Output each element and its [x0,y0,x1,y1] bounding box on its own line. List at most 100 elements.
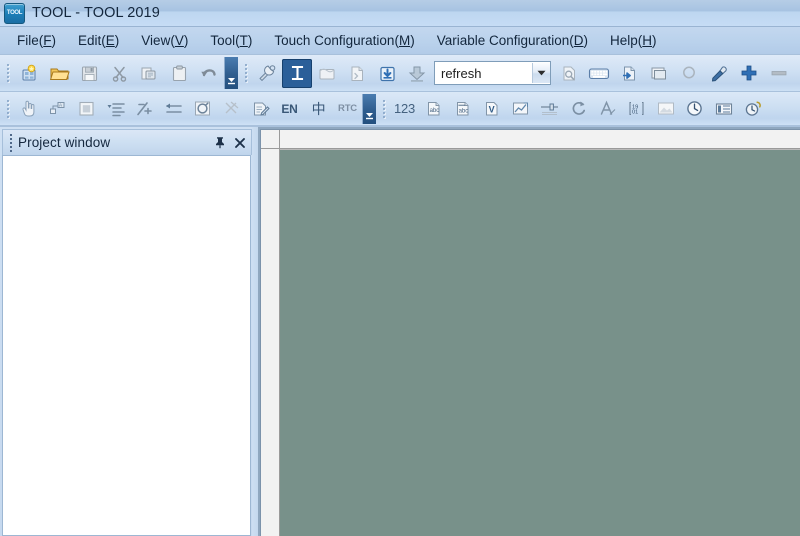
variable-button[interactable]: V [477,95,506,122]
menu-item-file[interactable]: File(F) [8,30,65,51]
design-document [260,129,800,536]
number-field-button[interactable]: 123 [390,95,419,122]
text-field2-button[interactable]: abc [448,95,477,122]
counter-button[interactable]: 19 01 [622,95,651,122]
cut-link-button[interactable] [217,95,246,122]
screen-button[interactable] [312,59,342,88]
undo-button[interactable] [194,59,224,88]
svg-text:abc: abc [429,108,439,114]
toolbar-grip-3[interactable] [3,96,12,122]
loop-arrow-icon [569,99,588,118]
toolbar-overflow-chevron-1[interactable] [224,57,238,89]
close-icon[interactable] [231,134,249,152]
clock-icon [685,99,704,118]
paste-clipboard-icon [170,64,189,83]
menu-label-edit: Edit [78,33,102,48]
upload-button[interactable] [402,59,432,88]
align-list-button[interactable] [101,95,130,122]
chevron-down-icon[interactable] [532,63,550,83]
import-page-button[interactable] [614,59,644,88]
menu-item-edit[interactable]: Edit(E) [69,30,128,51]
menu-bar: File(F) Edit(E) View(V) Tool(T) Touch Co… [0,27,800,55]
abc-page-alt-icon: abc [454,99,472,118]
preview-button[interactable] [554,59,584,88]
toolbar-grip-1[interactable] [3,60,12,86]
menu-label-file: File [17,33,39,48]
keyboard-button[interactable] [584,59,614,88]
group-button[interactable]: A [43,95,72,122]
menu-item-tool[interactable]: Tool(T) [201,30,261,51]
svg-text:01: 01 [632,110,638,116]
design-canvas[interactable] [280,149,800,536]
cut-button[interactable] [104,59,134,88]
pin-icon[interactable] [211,134,229,152]
lang-cn-button[interactable]: 中 [304,95,333,122]
layers-button[interactable] [644,59,674,88]
copy-icon [139,64,159,83]
text-field-button[interactable]: abc [419,95,448,122]
fill-button[interactable] [72,95,101,122]
save-disk-icon [80,64,99,83]
rtc-button[interactable]: RTC [333,95,362,122]
paste-button[interactable] [164,59,194,88]
menu-item-view[interactable]: View(V) [132,30,197,51]
pointing-hand-icon [19,99,38,118]
select-hand-button[interactable] [14,95,43,122]
download-button[interactable] [372,59,402,88]
menu-item-variable-configuration[interactable]: Variable Configuration(D) [428,30,597,51]
add-button[interactable] [734,59,764,88]
script-button[interactable] [342,59,372,88]
eyedropper-button[interactable] [704,59,734,88]
app-logo-icon: TOOL [4,2,25,24]
distribute-button[interactable] [130,95,159,122]
bar-meter-button[interactable] [709,95,738,122]
align-center-button[interactable] [159,95,188,122]
alarm-clock-icon [743,99,763,118]
menu-mnemonic-edit: E [105,33,115,48]
refresh-combo-value[interactable]: refresh [435,66,532,81]
loop-button[interactable] [564,95,593,122]
chart-button[interactable] [506,95,535,122]
new-project-icon [19,63,39,83]
image-button[interactable] [651,95,680,122]
slider-button[interactable] [535,95,564,122]
toolbar-grip-2[interactable] [241,60,250,86]
open-folder-icon [49,63,70,83]
font-button[interactable] [593,95,622,122]
remove-button[interactable] [764,59,794,88]
toolbar-overflow-chevron-2[interactable] [362,93,376,124]
settings-button[interactable] [252,59,282,88]
refresh-combo[interactable]: refresh [434,61,551,85]
zoom-button[interactable] [674,59,704,88]
app-icon-text: TOOL [6,10,23,16]
download-box-icon [378,64,397,83]
open-button[interactable] [44,59,74,88]
distribute-icon [135,100,154,118]
scissors-icon [110,64,129,83]
panel-drag-grip[interactable] [7,133,15,152]
menu-mnemonic-variable-configuration: D [573,33,584,48]
copy-button[interactable] [134,59,164,88]
undo-arrow-icon [199,64,219,83]
save-button[interactable] [74,59,104,88]
menu-item-help[interactable]: Help(H) [601,30,666,51]
clock-button[interactable] [680,95,709,122]
menu-item-touch-configuration[interactable]: Touch Configuration(M) [265,30,423,51]
edit-doc-button[interactable] [246,95,275,122]
alarm-button[interactable] [738,95,767,122]
plus-icon [739,63,759,83]
rotate-button[interactable] [188,95,217,122]
menu-mnemonic-tool: T [239,33,248,48]
project-window-header: Project window [2,129,252,155]
toolbar-grip-4[interactable] [379,96,388,122]
project-tree[interactable] [2,155,251,536]
text-tool-button[interactable] [282,58,312,88]
menu-label-view: View [141,33,171,48]
new-project-button[interactable] [14,59,44,88]
ruler-horizontal-strip [280,130,800,148]
project-window-title: Project window [18,135,111,150]
svg-text:abc: abc [458,109,468,115]
lang-en-button[interactable]: EN [275,95,304,122]
ruler-corner [261,130,280,148]
ruler-vertical [261,149,280,536]
